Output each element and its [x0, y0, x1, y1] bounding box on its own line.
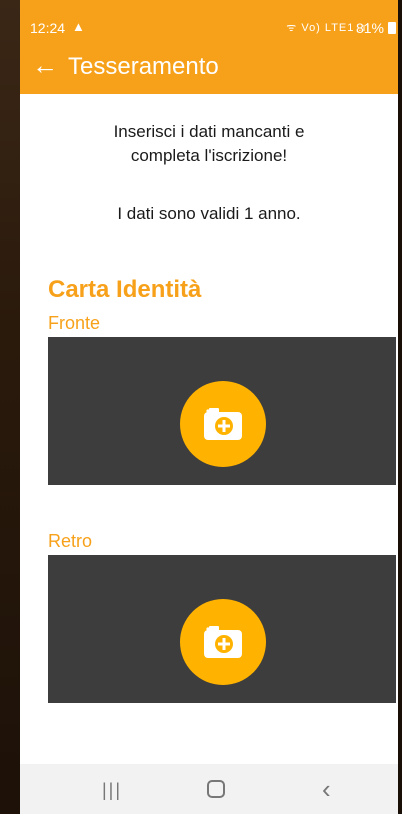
arrow-left-icon[interactable]: ← — [32, 50, 58, 80]
intro-line-2: completa l'iscrizione! — [130, 146, 288, 165]
camera-add-icon — [204, 626, 242, 658]
background-left — [0, 0, 20, 814]
validity-text: I dati sono validi 1 anno. — [117, 204, 301, 223]
warning-triangle-icon: ▲ — [72, 19, 85, 34]
intro-line-1: Inserisci i dati mancanti e — [113, 122, 305, 141]
chevron-left-icon[interactable]: ‹ — [322, 774, 331, 805]
front-photo-area[interactable] — [48, 337, 396, 485]
recent-apps-icon[interactable]: ||| — [102, 780, 122, 801]
back-photo-area[interactable] — [48, 555, 396, 703]
section-title: Carta Identità — [48, 276, 202, 303]
background-right — [398, 0, 402, 814]
home-icon[interactable] — [207, 780, 225, 798]
status-time: 12:24 — [30, 20, 66, 36]
battery-percent: 81% — [355, 20, 384, 36]
back-label: Retro — [48, 531, 93, 551]
app-bar: ← Tesseramento — [20, 38, 398, 94]
camera-add-icon — [204, 408, 242, 440]
intro-text: Inserisci i dati mancanti e completa l'i… — [20, 120, 398, 168]
front-camera-button[interactable] — [180, 381, 266, 467]
phone-screen: 12:24 ▲ ᯤ Vo) LTE1 .ıl 81% ← Tesserament… — [20, 0, 398, 814]
page-title: Tesseramento — [68, 53, 219, 80]
battery-icon — [388, 22, 396, 34]
status-bar: 12:24 ▲ ᯤ Vo) LTE1 .ıl 81% — [20, 0, 398, 38]
system-nav-bar: ||| ‹ — [20, 764, 398, 814]
back-camera-button[interactable] — [180, 599, 266, 685]
front-label: Fronte — [48, 313, 101, 333]
